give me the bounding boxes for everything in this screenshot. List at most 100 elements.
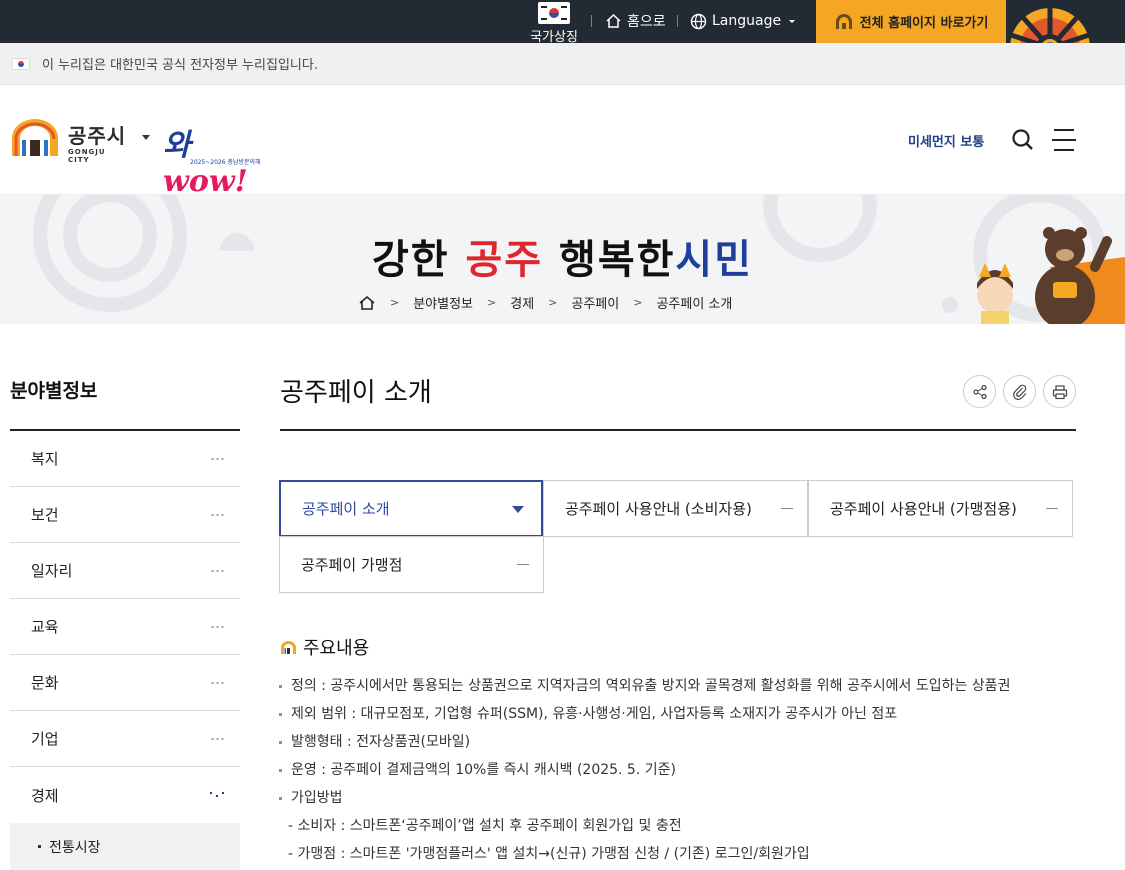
wow-campaign-logo[interactable]: 와wow! 2025~2026 충남방문의해 <box>163 120 271 199</box>
lnb-item-label: 일자리 <box>31 562 73 580</box>
list-subitem: - 가맹점 : 스마트폰 '가맹점플러스' 앱 설치→(신규) 가맹점 신청 /… <box>288 846 810 862</box>
full-homepage-label: 전체 홈페이지 바로가기 <box>859 16 989 31</box>
breadcrumb-item[interactable]: 공주페이 <box>571 293 619 312</box>
slogan-part: 강한 <box>371 236 466 283</box>
print-icon <box>1052 384 1067 399</box>
chevron-right-icon: > <box>487 296 497 309</box>
home-link-label: 홈으로 <box>627 14 666 30</box>
attach-button[interactable] <box>1003 375 1036 408</box>
divider <box>591 15 592 27</box>
menu-icon[interactable] <box>1052 129 1078 151</box>
page-tools <box>963 375 1076 408</box>
list-item: 발행형태 : 전자상품권(모바일) <box>278 728 1098 756</box>
chevron-right-icon: > <box>548 296 558 309</box>
search-icon[interactable] <box>1010 127 1036 153</box>
lnb-item-label: 보건 <box>31 506 59 524</box>
lnb-item-label: 문화 <box>31 674 59 692</box>
lnb-item-jobs[interactable]: 일자리 <box>10 543 240 599</box>
section-heading: 주요내용 <box>280 634 369 660</box>
list-subitem: - 소비자 : 스마트폰‘공주페이’앱 설치 후 공주페이 회원가입 및 충전 <box>288 818 682 834</box>
chevron-right-icon: > <box>633 296 643 309</box>
caret-down-icon <box>512 506 524 513</box>
breadcrumb: > 분야별정보 > 경제 > 공주페이 > 공주페이 소개 <box>358 293 732 312</box>
clip-icon <box>1012 384 1026 400</box>
logo-subtext: GONGJU CITY <box>68 148 106 164</box>
more-dots-icon <box>210 626 224 628</box>
more-dots-icon <box>210 514 224 516</box>
chevron-right-icon: > <box>390 296 400 309</box>
logo-text: 공주시 <box>68 124 127 148</box>
print-button[interactable] <box>1043 375 1076 408</box>
wow-logo-text-b: wow! <box>163 164 248 199</box>
more-dots-icon <box>210 570 224 572</box>
gongju-arch-icon <box>12 119 58 156</box>
top-utility-bar: 국가상징 홈으로 Language 전체 홈페이지 바로가기 <box>0 0 1125 45</box>
home-icon <box>606 13 621 28</box>
lnb-item-health[interactable]: 보건 <box>10 487 240 543</box>
tab-gongjupay-intro[interactable]: 공주페이 소개 <box>279 480 543 537</box>
lnb-item-label: 복지 <box>31 450 59 468</box>
home-link[interactable]: 홈으로 <box>605 10 666 32</box>
lnb-item-welfare[interactable]: 복지 <box>10 431 240 487</box>
left-navigation: 복지 보건 일자리 교육 문화 기업 경제 <box>10 429 240 823</box>
language-select[interactable]: Language <box>690 10 804 32</box>
visual-banner: 강한 공주 행복한시민 > 분야별정보 > 경제 > 공주페이 > 공주페이 소… <box>0 195 1125 324</box>
more-dots-icon <box>210 458 224 460</box>
lnb-item-label: 경제 <box>31 786 59 805</box>
title-divider <box>280 429 1076 431</box>
more-dots-icon <box>210 738 224 740</box>
gongju-arch-icon <box>835 13 852 29</box>
caret-down-icon <box>789 20 796 23</box>
section-title: 주요내용 <box>303 638 370 659</box>
lnb-item-business[interactable]: 기업 <box>10 711 240 767</box>
lnb-item-label: 기업 <box>31 730 59 748</box>
lnb-subitem-label: 전통시장 <box>49 839 101 856</box>
full-homepage-button[interactable]: 전체 홈페이지 바로가기 <box>816 0 1006 43</box>
breadcrumb-item[interactable]: 경제 <box>510 293 534 312</box>
gov-notice-banner: 이 누리집은 대한민국 공식 전자정부 누리집입니다. <box>0 43 1125 85</box>
gongju-city-logo[interactable]: 공주시 GONGJU CITY <box>10 118 130 164</box>
slogan-part: 시민 <box>675 236 754 283</box>
lnb-item-economy[interactable]: 경제 <box>10 767 240 823</box>
page-title: 공주페이 소개 <box>280 378 432 408</box>
expanded-dots-icon <box>210 790 224 798</box>
lnb-item-label: 교육 <box>31 618 59 636</box>
minus-icon <box>517 564 529 565</box>
bullet-icon <box>38 845 41 848</box>
globe-icon <box>690 13 707 29</box>
language-label: Language <box>712 13 782 29</box>
divider <box>677 15 678 27</box>
share-button[interactable] <box>963 375 996 408</box>
list-item: 제외 범위 : 대규모점포, 기업형 슈퍼(SSM), 유흥·사행성·게임, 사… <box>278 700 1098 728</box>
national-symbol-link[interactable]: 국가상징 <box>528 0 580 45</box>
site-header: 공주시 GONGJU CITY 와wow! 2025~2026 충남방문의해 미… <box>0 85 1125 199</box>
gov-notice-text: 이 누리집은 대한민국 공식 전자정부 누리집입니다. <box>42 58 318 73</box>
chevron-down-icon[interactable] <box>142 135 150 140</box>
list-item: 가입방법 <box>278 784 1098 812</box>
content-tabs: 공주페이 소개 공주페이 사용안내 (소비자용) 공주페이 사용안내 (가맹점용… <box>279 480 1073 593</box>
tab-label: 공주페이 사용안내 (소비자용) <box>565 500 752 518</box>
lnb-item-education[interactable]: 교육 <box>10 599 240 655</box>
list-item: 운영 : 공주페이 결제금액의 10%를 즉시 캐시백 (2025. 5. 기준… <box>278 756 1098 784</box>
lnb-title: 분야별정보 <box>10 380 98 402</box>
minus-icon <box>781 508 793 509</box>
lnb-item-culture[interactable]: 문화 <box>10 655 240 711</box>
sun-decoration-icon <box>1006 0 1125 43</box>
breadcrumb-item[interactable]: 분야별정보 <box>413 293 473 312</box>
slogan-part: 공주 <box>465 236 544 283</box>
taegeukgi-icon <box>12 57 30 70</box>
share-icon <box>972 384 987 399</box>
tab-merchants[interactable]: 공주페이 가맹점 <box>279 536 544 593</box>
lnb-subitem-traditional-market[interactable]: 전통시장 <box>10 823 240 870</box>
list-item: 정의 : 공주시에서만 통용되는 상품권으로 지역자금의 역외유출 방지와 골목… <box>278 672 1098 700</box>
home-icon[interactable] <box>358 295 376 311</box>
wow-logo-text-a: 와 <box>163 128 191 163</box>
tab-merchant-guide[interactable]: 공주페이 사용안내 (가맹점용) <box>808 480 1073 537</box>
key-content-list: 정의 : 공주시에서만 통용되는 상품권으로 지역자금의 역외유출 방지와 골목… <box>278 672 1098 868</box>
tab-label: 공주페이 사용안내 (가맹점용) <box>830 500 1017 518</box>
tab-label: 공주페이 소개 <box>302 500 390 518</box>
fine-dust-status[interactable]: 미세먼지 보통 <box>908 131 984 150</box>
tab-consumer-guide[interactable]: 공주페이 사용안내 (소비자용) <box>543 480 808 537</box>
breadcrumb-item-current[interactable]: 공주페이 소개 <box>656 293 732 312</box>
more-dots-icon <box>210 682 224 684</box>
